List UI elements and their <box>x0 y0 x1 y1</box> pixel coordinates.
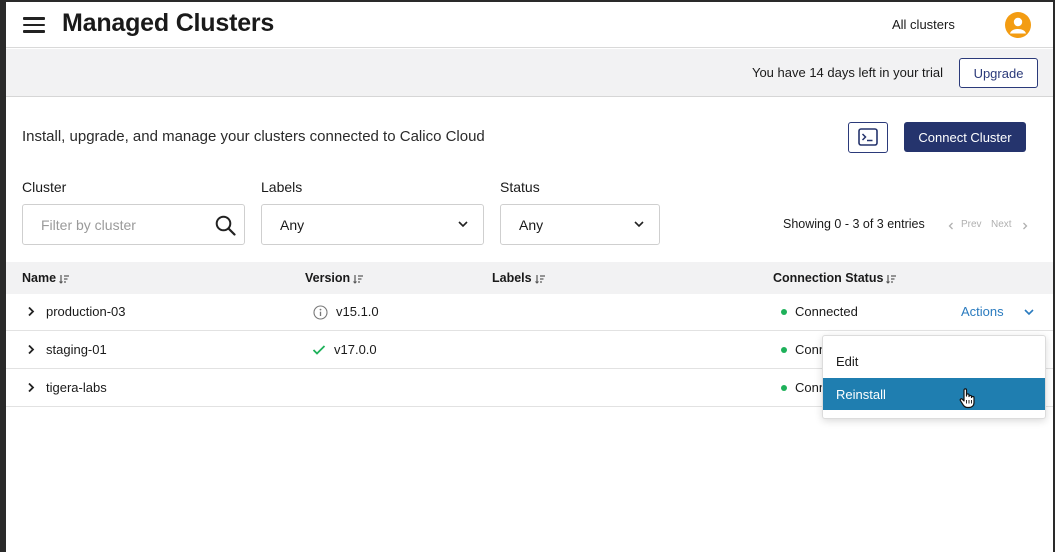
labels-select[interactable]: Any <box>261 204 484 245</box>
trial-message: You have 14 days left in your trial <box>751 65 943 80</box>
chevron-right-icon[interactable] <box>27 306 36 317</box>
column-header-connection-status[interactable]: Connection Status <box>773 271 897 285</box>
table-row[interactable]: production-03 v15.1.0 Connected Actions <box>6 294 1053 331</box>
user-avatar-icon[interactable] <box>1005 12 1031 38</box>
cluster-search-input[interactable]: Filter by cluster <box>22 204 245 245</box>
next-page-button[interactable]: Next <box>991 219 1012 230</box>
status-select-value: Any <box>519 217 544 233</box>
hand-pointer-cursor-icon <box>959 388 975 409</box>
cluster-selector[interactable]: All clusters <box>892 17 955 32</box>
connected-status-dot <box>781 347 787 353</box>
chevron-right-icon[interactable] <box>27 344 36 355</box>
labels-select-value: Any <box>280 217 305 233</box>
connect-cluster-button[interactable]: Connect Cluster <box>904 122 1026 152</box>
sort-icon <box>886 274 897 284</box>
cluster-version: v17.0.0 <box>334 342 377 357</box>
terminal-button[interactable] <box>848 122 888 153</box>
trial-banner: You have 14 days left in your trial <box>6 49 1053 97</box>
info-icon <box>313 305 328 320</box>
column-header-version[interactable]: Version <box>305 271 364 285</box>
cluster-filter-label: Cluster <box>22 179 67 195</box>
menu-item-edit[interactable]: Edit <box>823 345 1045 377</box>
connected-status-dot <box>781 309 787 315</box>
page-title: Managed Clusters <box>62 9 275 37</box>
search-icon[interactable] <box>215 215 236 236</box>
chevron-right-icon[interactable] <box>27 382 36 393</box>
cluster-name: production-03 <box>46 304 126 319</box>
hamburger-menu-icon[interactable] <box>23 17 45 33</box>
page-description: Install, upgrade, and manage your cluste… <box>22 128 485 145</box>
status-filter-label: Status <box>500 179 540 195</box>
labels-filter-label: Labels <box>261 179 303 195</box>
connected-status-dot <box>781 385 787 391</box>
menu-item-reinstall[interactable]: Reinstall <box>823 378 1045 410</box>
column-header-name[interactable]: Name <box>22 271 70 285</box>
check-icon <box>312 345 326 355</box>
sort-icon <box>59 274 70 284</box>
cluster-search-placeholder: Filter by cluster <box>41 217 136 233</box>
actions-button[interactable]: Actions <box>961 304 1034 319</box>
connection-status: Connected <box>795 304 858 319</box>
chevron-down-icon <box>458 221 468 228</box>
cluster-version: v15.1.0 <box>336 304 379 319</box>
chevron-right-icon <box>1023 222 1028 230</box>
app-frame: Managed Clusters All clusters You have 1… <box>6 2 1053 552</box>
chevron-down-icon <box>1024 309 1034 316</box>
actions-dropdown-menu: Edit Reinstall <box>822 335 1046 419</box>
status-select[interactable]: Any <box>500 204 660 245</box>
chevron-left-icon <box>948 222 953 230</box>
sort-icon <box>534 274 545 284</box>
cluster-name: staging-01 <box>46 342 107 357</box>
pagination-summary: Showing 0 - 3 of 3 entries <box>783 217 925 231</box>
table-header: Name Version Labels Connection Status <box>6 262 1053 294</box>
column-header-labels[interactable]: Labels <box>492 271 546 285</box>
cluster-name: tigera-labs <box>46 380 107 395</box>
prev-page-button[interactable]: Prev <box>961 219 982 230</box>
sort-icon <box>353 274 364 284</box>
top-bar: Managed Clusters All clusters <box>6 2 1053 48</box>
terminal-icon <box>858 128 878 146</box>
chevron-down-icon <box>634 221 644 228</box>
upgrade-button[interactable]: Upgrade <box>959 58 1038 88</box>
